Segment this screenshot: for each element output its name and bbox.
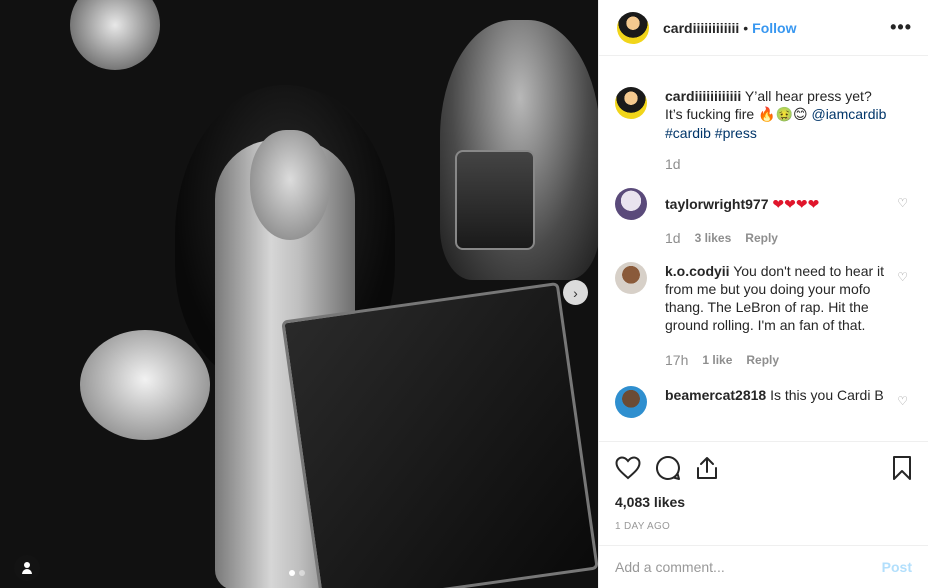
chevron-right-icon: ›: [573, 284, 578, 301]
film-camera: [455, 150, 535, 250]
tagged-users-button[interactable]: [14, 555, 40, 581]
comment-item: beamercat2818 Is this you Cardi B ♡: [615, 386, 912, 418]
avatar[interactable]: [617, 11, 649, 44]
share-icon[interactable]: [695, 455, 719, 481]
follow-button[interactable]: Follow: [752, 20, 796, 36]
timestamp[interactable]: 1d: [665, 156, 681, 172]
reply-button[interactable]: Reply: [746, 353, 779, 367]
like-comment-heart-icon[interactable]: ♡: [897, 196, 908, 210]
add-comment-bar: Add a comment... Post: [599, 545, 928, 588]
more-options-icon[interactable]: •••: [890, 17, 912, 38]
carousel-dot: [289, 570, 295, 576]
separator: •: [743, 19, 749, 36]
comment-item: k.o.codyii You don't need to hear it fro…: [615, 262, 912, 368]
briefcase: [281, 281, 598, 588]
reply-button[interactable]: Reply: [745, 231, 778, 245]
mention-link[interactable]: @iamcardib: [811, 106, 886, 122]
like-comment-heart-icon[interactable]: ♡: [897, 270, 908, 284]
post-header: cardiiiiiiiiiiii • Follow •••: [599, 0, 928, 56]
comment-bubble-icon[interactable]: [655, 455, 681, 481]
timestamp[interactable]: 1d: [665, 230, 681, 246]
avatar[interactable]: [615, 262, 647, 294]
user-icon: [21, 562, 33, 574]
post-actions: 4,083 likes 1 DAY AGO: [599, 441, 928, 532]
post-photo[interactable]: ›: [0, 0, 598, 588]
comment-username[interactable]: k.o.codyii: [665, 263, 730, 279]
avatar[interactable]: [615, 386, 647, 418]
comment-likes[interactable]: 3 likes: [695, 231, 732, 245]
comment-text: ❤❤❤❤: [772, 197, 820, 213]
post-side-panel: cardiiiiiiiiiiii • Follow ••• cardiiiiii…: [598, 0, 928, 588]
comment-username[interactable]: taylorwright977: [665, 196, 768, 212]
hashtag-links[interactable]: #cardib #press: [665, 125, 757, 141]
comments-list[interactable]: cardiiiiiiiiiiii Y’all hear press yet? I…: [599, 57, 928, 440]
timestamp[interactable]: 17h: [665, 352, 688, 368]
bookmark-icon[interactable]: [892, 455, 912, 481]
like-heart-icon[interactable]: [615, 456, 641, 480]
caption-username[interactable]: cardiiiiiiiiiiii: [665, 88, 741, 104]
add-comment-input[interactable]: Add a comment...: [615, 559, 725, 575]
face-shape: [250, 130, 330, 240]
carousel-dot: [299, 570, 305, 576]
avatar[interactable]: [615, 188, 647, 220]
likes-count[interactable]: 4,083 likes: [615, 494, 912, 510]
carousel-indicator: [289, 570, 305, 576]
action-icons: [615, 454, 912, 482]
post-comment-button[interactable]: Post: [882, 559, 912, 575]
comment-likes[interactable]: 1 like: [702, 353, 732, 367]
post-date[interactable]: 1 DAY AGO: [615, 521, 912, 532]
comment-username[interactable]: beamercat2818: [665, 387, 766, 403]
caption: cardiiiiiiiiiiii Y’all hear press yet? I…: [615, 87, 912, 172]
like-comment-heart-icon[interactable]: ♡: [897, 394, 908, 408]
avatar[interactable]: [615, 87, 647, 119]
camera-flash-left: [80, 330, 210, 440]
camera-flash-top: [70, 0, 160, 70]
comment-text: Is this you Cardi B: [770, 387, 884, 403]
author-username[interactable]: cardiiiiiiiiiiii: [663, 20, 739, 36]
caption-emojis: 🔥🤢😊: [758, 107, 808, 123]
carousel-next-button[interactable]: ›: [563, 280, 588, 305]
comment-item: taylorwright977 ❤❤❤❤ 1d 3 likes Reply ♡: [615, 188, 912, 246]
